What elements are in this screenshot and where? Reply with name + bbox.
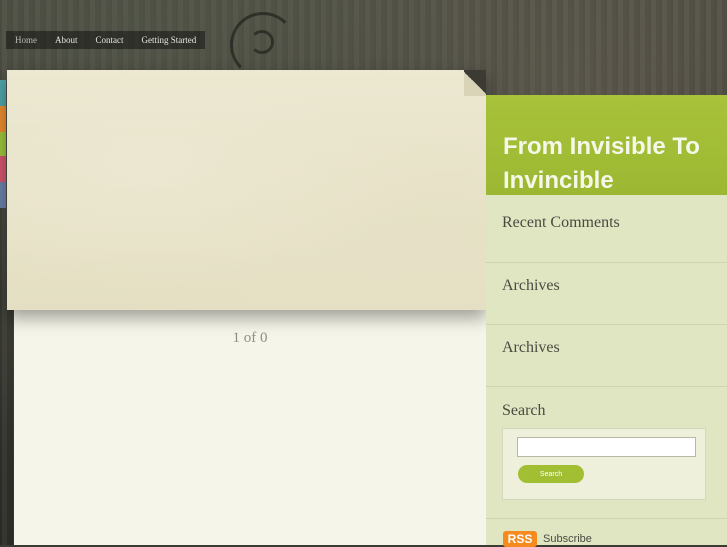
- sidebar-divider: [486, 262, 727, 263]
- search-input[interactable]: [517, 437, 696, 457]
- site-title[interactable]: From Invisible To Invincible: [503, 130, 718, 198]
- sidebar-divider: [486, 324, 727, 325]
- sidebar-divider: [486, 518, 727, 519]
- side-tab-blue: [0, 182, 6, 208]
- nav-contact[interactable]: Contact: [87, 31, 133, 49]
- side-tab-orange: [0, 106, 6, 132]
- page-curl-corner: [464, 70, 486, 96]
- nav-getting-started[interactable]: Getting Started: [133, 31, 206, 49]
- featured-slider[interactable]: [7, 70, 486, 310]
- sidebar-divider: [486, 386, 727, 387]
- slider-pager: 1 of 0: [232, 330, 268, 346]
- nav-about[interactable]: About: [46, 31, 87, 49]
- nav-home[interactable]: Home: [6, 31, 46, 49]
- widget-title-recent-comments: Recent Comments: [502, 214, 620, 231]
- swirl-ornament-inner: [250, 30, 274, 54]
- search-button[interactable]: Search: [518, 465, 584, 483]
- main-nav: Home About Contact Getting Started: [6, 31, 206, 49]
- rss-subscribe-link[interactable]: Subscribe: [543, 533, 592, 545]
- side-tab-green: [0, 132, 6, 156]
- side-tab-teal: [0, 80, 6, 106]
- side-tab-pink: [0, 156, 6, 182]
- widget-title-archives-2: Archives: [502, 339, 560, 356]
- site-title-banner: From Invisible To Invincible: [486, 95, 727, 195]
- widget-title-search: Search: [502, 402, 546, 419]
- widget-title-archives: Archives: [502, 277, 560, 294]
